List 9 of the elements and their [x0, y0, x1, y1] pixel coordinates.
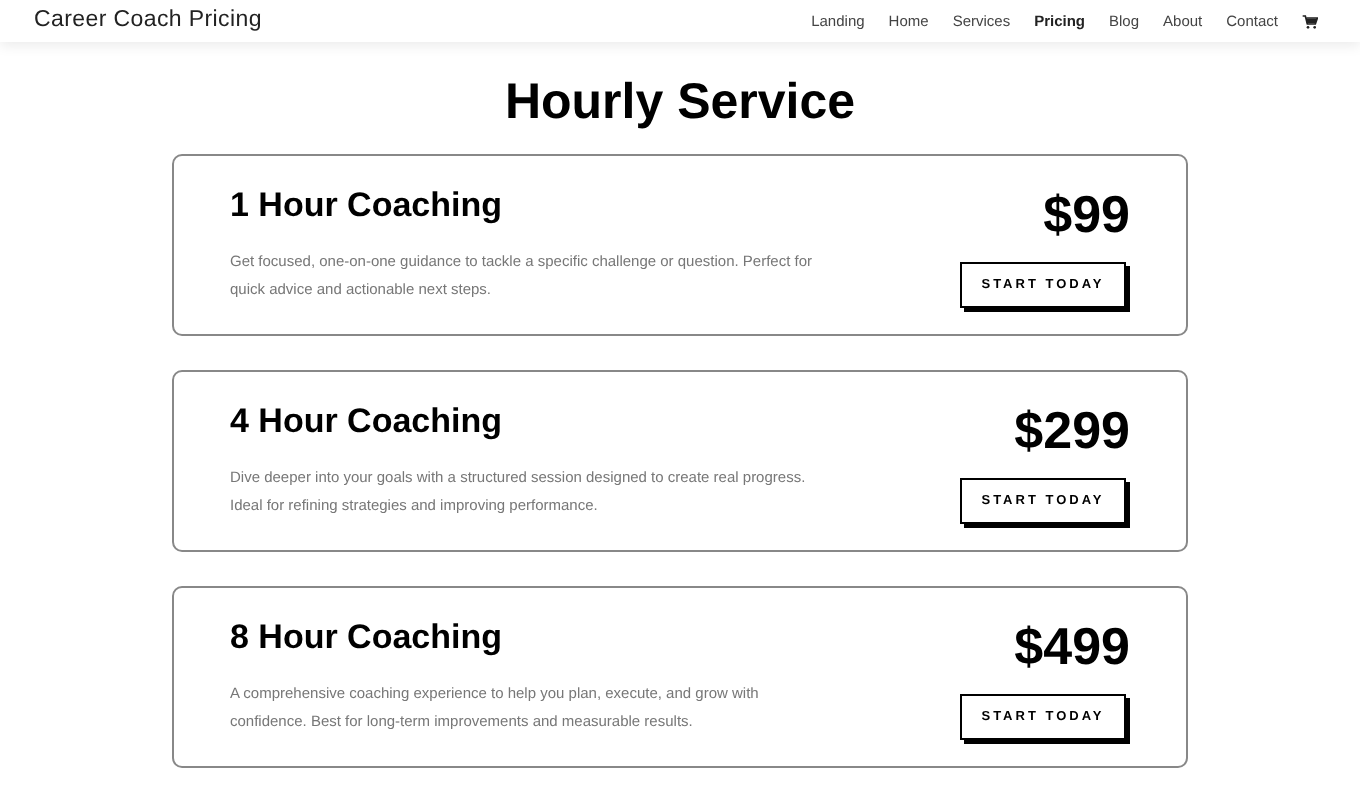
plan-title: 8 Hour Coaching — [230, 616, 505, 660]
plan-title: 4 Hour Coaching — [230, 400, 505, 444]
plan-price: $499 — [1014, 616, 1130, 676]
plan-title: 1 Hour Coaching — [230, 184, 505, 228]
cart-icon[interactable] — [1302, 13, 1318, 29]
page-heading: Hourly Service — [502, 72, 858, 132]
site-title[interactable]: Career Coach Pricing — [34, 3, 262, 39]
plan-price: $99 — [1043, 184, 1130, 244]
plan-price: $299 — [1014, 400, 1130, 460]
